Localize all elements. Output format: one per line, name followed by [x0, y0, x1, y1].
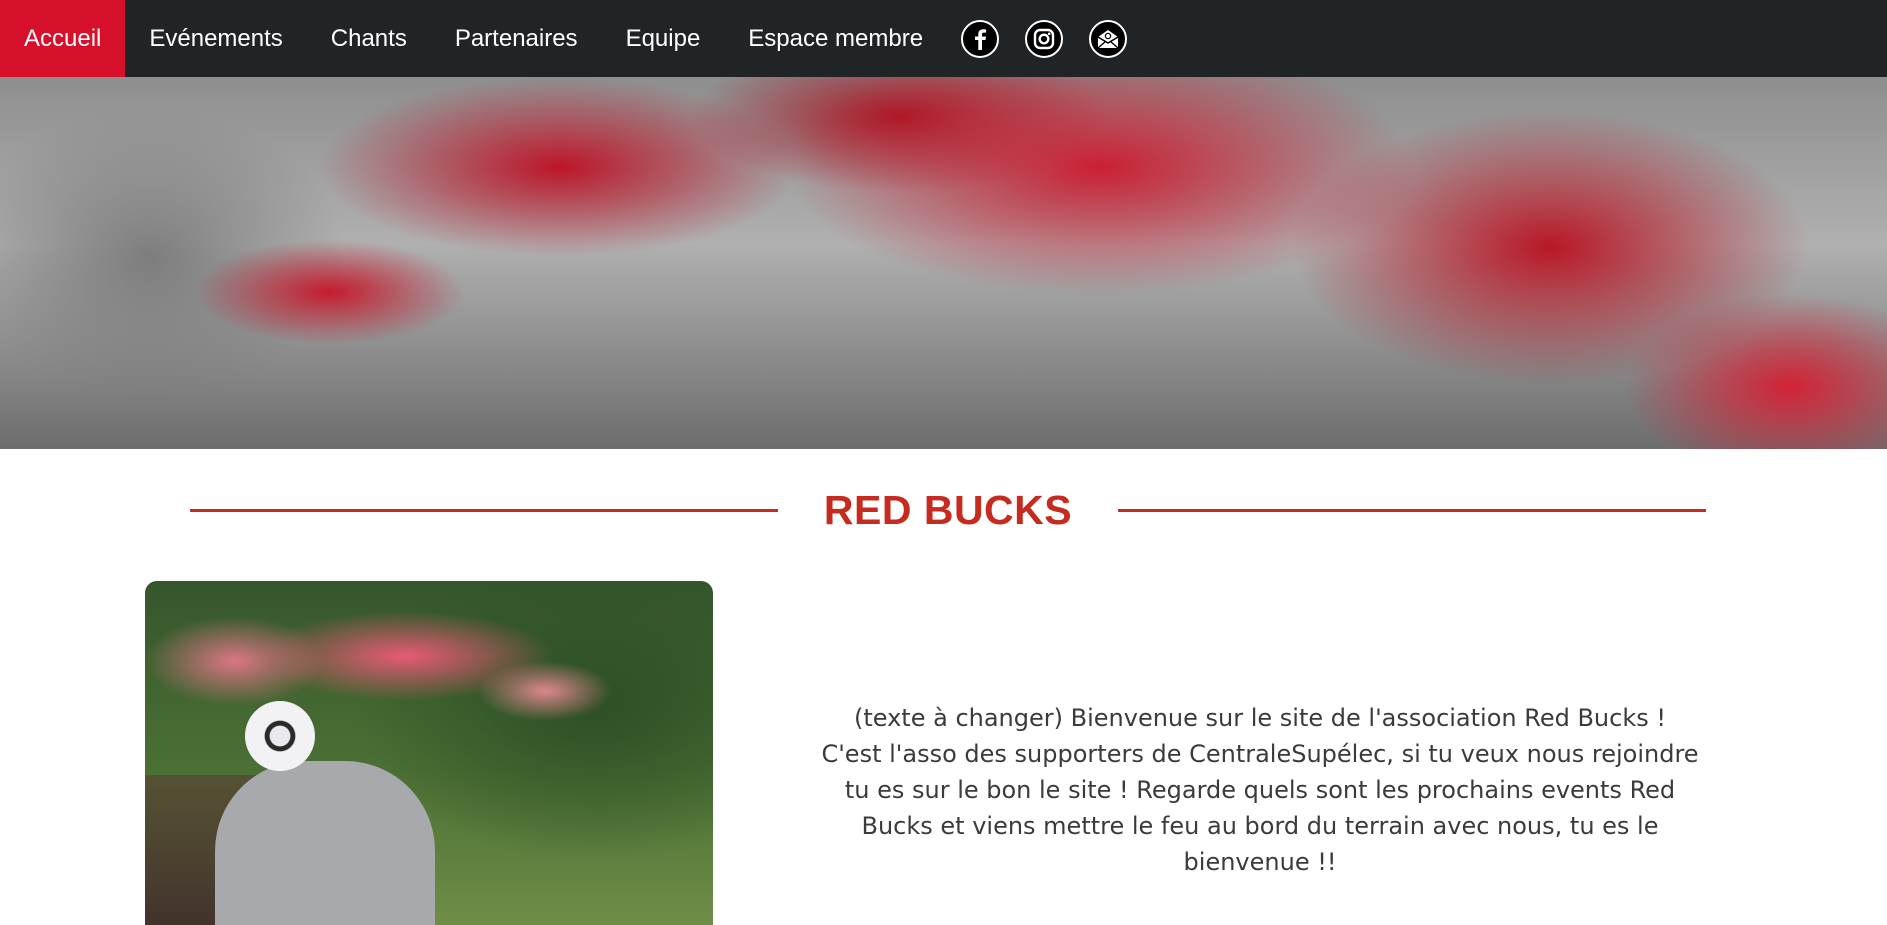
nav-item-partenaires[interactable]: Partenaires: [431, 0, 602, 77]
mail-icon[interactable]: [1089, 19, 1128, 58]
megaphone-icon: [245, 701, 315, 771]
nav-item-accueil[interactable]: Accueil: [0, 0, 126, 77]
intro-line-2: C'est l'asso des supporters de CentraleS…: [821, 740, 1699, 876]
section-heading: RED BUCKS: [190, 485, 1706, 535]
nav-item-equipe[interactable]: Equipe: [602, 0, 725, 77]
title-divider-left: [190, 508, 778, 512]
page-title: RED BUCKS: [823, 486, 1073, 533]
nav-item-chants[interactable]: Chants: [307, 0, 431, 77]
nav-item-evenements[interactable]: Evénements: [125, 0, 306, 77]
nav-item-espace-membre[interactable]: Espace membre: [724, 0, 947, 77]
social-links: [961, 0, 1128, 77]
top-navbar: Accueil Evénements Chants Partenaires Eq…: [0, 0, 1887, 77]
photo-person: [215, 761, 435, 925]
hero-banner-image: [0, 77, 1887, 449]
facebook-icon[interactable]: [961, 19, 1000, 58]
intro-line-1: (texte à changer) Bienvenue sur le site …: [853, 704, 1666, 732]
supporter-photo: [145, 581, 713, 925]
title-divider-right: [1118, 508, 1706, 512]
instagram-icon[interactable]: [1025, 19, 1064, 58]
intro-text: (texte à changer) Bienvenue sur le site …: [815, 700, 1705, 880]
